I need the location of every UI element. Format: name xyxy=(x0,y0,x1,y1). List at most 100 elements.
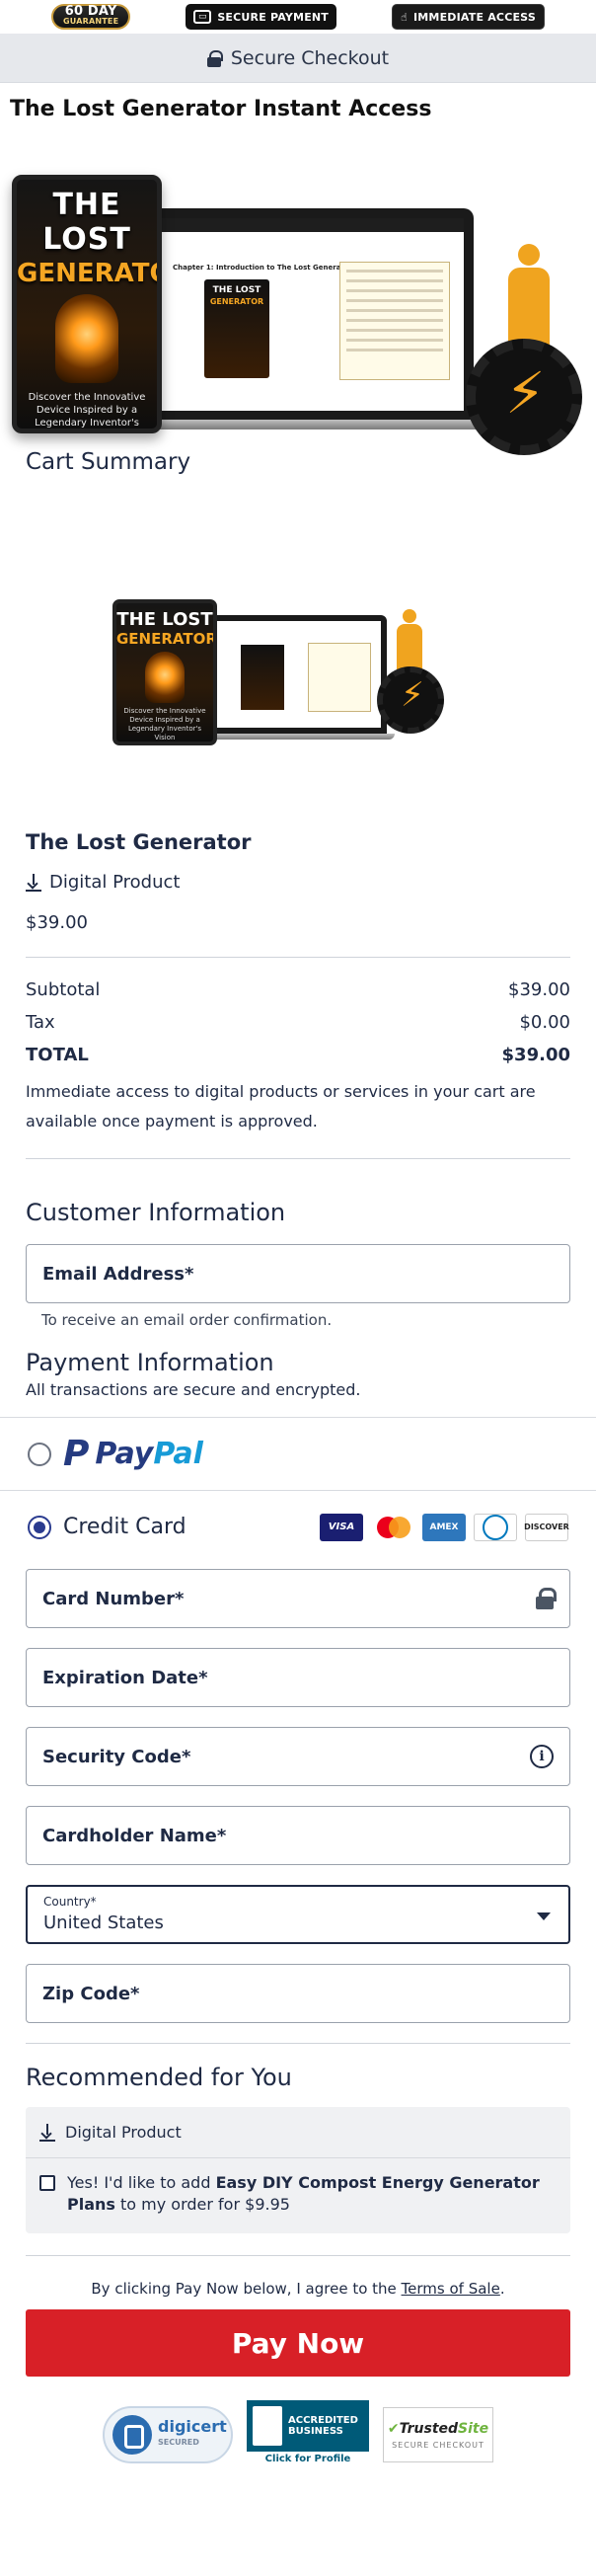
paypal-option[interactable]: P Pay Pal xyxy=(0,1417,596,1490)
laptop-toc xyxy=(339,262,450,380)
mastercard-icon xyxy=(371,1513,414,1541)
country-select-value: United States xyxy=(43,1912,164,1933)
security-code-label: Security Code* xyxy=(42,1746,191,1767)
terms-of-sale-link[interactable]: Terms of Sale xyxy=(402,2280,500,2298)
bbb-logo-icon xyxy=(253,2406,282,2446)
header-title: Secure Checkout xyxy=(230,46,390,69)
trust-badges: digicert SECURED ACCREDITED BUSINESS Click… xyxy=(0,2400,596,2469)
guarantee-label: GUARANTEE xyxy=(63,17,119,26)
tax-label: Tax xyxy=(26,1012,55,1033)
country-select-label: Country* xyxy=(43,1895,97,1909)
secure-checkout-header: Secure Checkout xyxy=(0,34,596,83)
footer-divider xyxy=(26,2255,570,2256)
trustedsite-a: Trusted xyxy=(399,2420,459,2437)
cart-product-image: ⚡ THE LOST GENERATOR Discover the Innova… xyxy=(0,485,596,820)
zip-code-field[interactable]: Zip Code* xyxy=(26,1964,570,2023)
card-brand-icons: VISA AMEX DISCOVER xyxy=(320,1513,569,1541)
security-code-field[interactable]: Security Code* i xyxy=(26,1727,570,1786)
credit-card-option[interactable]: Credit Card VISA AMEX DISCOVER xyxy=(0,1490,596,1563)
cart-lightbulb-image xyxy=(145,652,185,703)
note-divider xyxy=(26,1158,570,1159)
pay-now-button[interactable]: Pay Now xyxy=(26,2309,570,2377)
email-field-label: Email Address* xyxy=(42,1263,194,1285)
cardholder-name-field[interactable]: Cardholder Name* xyxy=(26,1806,570,1865)
paypal-radio[interactable] xyxy=(28,1442,51,1466)
cover-title-line2: GENERATOR xyxy=(17,259,157,288)
subtotal-row: Subtotal $39.00 xyxy=(26,979,570,1000)
recommended-offer-box: Digital Product Yes! I'd like to add Eas… xyxy=(26,2107,570,2233)
diners-icon xyxy=(474,1513,517,1541)
cart-cover-line1: THE LOST xyxy=(116,609,213,630)
digicert-sub: SECURED xyxy=(158,2438,199,2447)
download-icon xyxy=(39,2123,55,2142)
credit-card-radio[interactable] xyxy=(28,1515,51,1539)
card-number-field[interactable]: Card Number* xyxy=(26,1569,570,1628)
info-icon[interactable]: i xyxy=(530,1745,554,1768)
digicert-name: digicert xyxy=(158,2417,227,2436)
cardholder-name-label: Cardholder Name* xyxy=(42,1825,227,1846)
trustedsite-check-icon: ✔ xyxy=(387,2420,400,2437)
cart-item: The Lost Generator Digital Product $39.0… xyxy=(0,830,596,933)
recommended-divider xyxy=(26,2043,570,2044)
laptop-base xyxy=(128,420,493,429)
pointer-icon: ☝ xyxy=(401,10,408,24)
secure-payment-label: SECURE PAYMENT xyxy=(217,10,330,24)
cover-subtitle: Discover the Innovative Device Inspired … xyxy=(28,392,146,429)
expiration-date-label: Expiration Date* xyxy=(42,1667,208,1688)
laptop-screen-nav xyxy=(153,218,464,232)
cart-item-name: The Lost Generator xyxy=(26,830,252,854)
trustedsite-badge[interactable]: ✔TrustedSite SECURE CHECKOUT xyxy=(383,2407,493,2462)
expiration-date-field[interactable]: Expiration Date* xyxy=(26,1648,570,1707)
zip-code-label: Zip Code* xyxy=(42,1983,140,2004)
bbb-profile-link[interactable]: Click for Profile xyxy=(247,2454,369,2464)
paypal-logo-pal: Pal xyxy=(153,1437,203,1471)
lock-icon xyxy=(206,49,223,67)
payment-info-subtitle: All transactions are secure and encrypte… xyxy=(26,1380,361,1399)
cart-laptop-base xyxy=(201,734,395,740)
upsell-offer[interactable]: Yes! I'd like to add Easy DIY Compost En… xyxy=(26,2172,570,2216)
terms-agreement: By clicking Pay Now below, I agree to th… xyxy=(0,2280,596,2298)
paypal-logo: P Pay Pal xyxy=(63,1434,203,1474)
tax-value: $0.00 xyxy=(519,1012,570,1033)
email-field[interactable]: Email Address* xyxy=(26,1244,570,1303)
upsell-prefix: Yes! I'd like to add xyxy=(67,2173,216,2192)
lock-icon xyxy=(536,1588,557,1609)
total-label: TOTAL xyxy=(26,1045,89,1065)
cart-cover-line2: GENERATOR xyxy=(116,630,217,648)
upsell-text: Yes! I'd like to add Easy DIY Compost En… xyxy=(67,2172,557,2216)
digicert-text: digicert SECURED xyxy=(158,2419,227,2451)
bbb-line2: BUSINESS xyxy=(288,2426,343,2437)
visa-icon: VISA xyxy=(320,1513,363,1541)
download-icon xyxy=(26,873,41,892)
credit-card-label: Credit Card xyxy=(63,1515,186,1539)
subtotal-value: $39.00 xyxy=(508,979,570,1000)
laptop-book-image xyxy=(204,279,269,378)
recommended-title: Recommended for You xyxy=(26,2064,292,2091)
country-select[interactable]: Country* United States xyxy=(26,1885,570,1944)
digicert-badge[interactable]: digicert SECURED xyxy=(103,2406,233,2463)
cart-gear-bolt-icon: ⚡ xyxy=(377,666,444,734)
cart-totals: Subtotal $39.00 Tax $0.00 TOTAL $39.00 xyxy=(0,979,596,1065)
top-badge-bar: 60 DAY GUARANTEE ▭ SECURE PAYMENT ☝ IMME… xyxy=(0,0,596,34)
discover-icon: DISCOVER xyxy=(524,1513,569,1541)
bbb-badge[interactable]: ACCREDITED BUSINESS Click for Profile xyxy=(247,2400,369,2469)
amex-icon: AMEX xyxy=(422,1513,466,1541)
cover-title-line1: THE LOST xyxy=(42,188,131,257)
laptop-mockup: Chapter 1: Introduction to The Lost Gene… xyxy=(143,208,474,421)
customer-info-title: Customer Information xyxy=(26,1199,286,1226)
lightbulb-image xyxy=(55,294,118,383)
cart-laptop-mockup xyxy=(209,615,387,734)
guarantee-days: 60 DAY xyxy=(64,4,117,19)
ebook-cover: THE LOST GENERATOR Discover the Innovati… xyxy=(12,175,162,433)
digicert-lock-icon xyxy=(112,2415,152,2455)
bbb-badge-top: ACCREDITED BUSINESS xyxy=(247,2400,369,2452)
cart-cover-subtitle: Discover the Innovative Device Inspired … xyxy=(123,707,206,742)
paypal-p-icon: P xyxy=(63,1434,90,1474)
card-fields: Card Number* Expiration Date* Security C… xyxy=(0,1563,596,2023)
upsell-checkbox[interactable] xyxy=(39,2175,55,2191)
total-value: $39.00 xyxy=(501,1045,570,1065)
tax-row: Tax $0.00 xyxy=(26,1012,570,1033)
email-helper-text: To receive an email order confirmation. xyxy=(41,1311,333,1329)
card-number-label: Card Number* xyxy=(42,1588,185,1609)
guarantee-badge: 60 DAY GUARANTEE xyxy=(51,4,131,30)
